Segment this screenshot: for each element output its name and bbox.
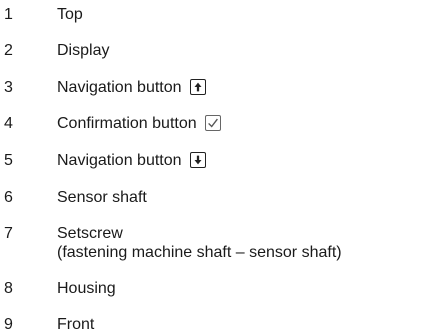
item-number: 9 (4, 316, 13, 333)
arrow-up-icon (189, 79, 206, 95)
item-text: Navigation button (57, 151, 206, 170)
item-text: Confirmation button (57, 114, 222, 133)
item-number: 8 (4, 280, 13, 297)
item-label: Navigation button (57, 79, 182, 96)
item-number: 4 (4, 115, 13, 132)
item-sublabel: (fastening machine shaft – sensor shaft) (57, 244, 342, 261)
item-label: Top (57, 6, 83, 23)
item-number: 3 (4, 79, 13, 96)
item-number: 2 (4, 42, 13, 59)
checkmark-icon (205, 115, 222, 131)
item-number: 6 (4, 189, 13, 206)
arrow-down-icon (189, 152, 206, 168)
item-label: Front (57, 316, 95, 333)
item-label: Setscrew (57, 225, 123, 242)
item-text: Navigation button (57, 78, 206, 97)
item-label: Display (57, 42, 110, 59)
item-text: Setscrew (fastening machine shaft – sens… (57, 224, 342, 262)
item-label: Housing (57, 280, 116, 297)
item-label: Sensor shaft (57, 189, 147, 206)
item-label: Confirmation button (57, 115, 197, 132)
item-label: Navigation button (57, 152, 182, 169)
item-number: 7 (4, 225, 13, 242)
item-number: 1 (4, 6, 13, 23)
item-number: 5 (4, 152, 13, 169)
